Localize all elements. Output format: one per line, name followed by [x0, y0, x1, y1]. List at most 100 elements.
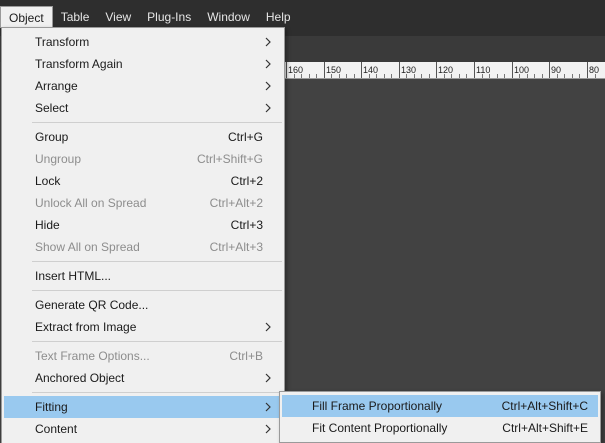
menu-item-anchored-object[interactable]: Anchored Object	[4, 367, 282, 389]
menu-item-label: Content	[35, 422, 78, 436]
ruler-label-80: 80	[589, 65, 600, 75]
menu-item-label: Anchored Object	[35, 371, 125, 385]
ruler-tick	[436, 62, 437, 78]
menu-item-extract-from-image[interactable]: Extract from Image	[4, 316, 282, 338]
ruler-tick	[354, 74, 355, 78]
ruler-tick	[557, 74, 558, 78]
menu-item-fill-frame-proportionally[interactable]: Fill Frame Proportionally Ctrl+Alt+Shift…	[282, 395, 598, 417]
menu-item-text-frame-options[interactable]: Text Frame Options... Ctrl+B	[4, 345, 282, 367]
menu-item-label: Select	[35, 101, 69, 115]
ruler-tick	[482, 74, 483, 78]
menu-item-shortcut: Ctrl+Alt+2	[209, 196, 263, 210]
menu-bar-items: Object Table View Plug-Ins Window Help	[0, 6, 299, 28]
ruler-label-90: 90	[551, 65, 562, 75]
chevron-right-icon	[265, 424, 271, 434]
ruler-tick	[421, 74, 422, 78]
menu-separator	[32, 290, 282, 291]
menu-item-generate-qr-code[interactable]: Generate QR Code...	[4, 294, 282, 316]
menu-item-label: Extract from Image	[35, 320, 137, 334]
ruler-tick	[549, 62, 550, 78]
pasteboard[interactable]	[284, 79, 605, 443]
ruler-tick	[519, 74, 520, 78]
ruler-tick	[384, 74, 385, 78]
menu-item-insert-html[interactable]: Insert HTML...	[4, 265, 282, 287]
menu-item-label: Fit Content Proportionally	[312, 421, 448, 435]
ruler-tick	[474, 62, 475, 78]
ruler-tick	[309, 74, 310, 78]
menu-separator	[32, 392, 282, 393]
menu-item-label: Show All on Spread	[35, 240, 140, 254]
ruler-tick	[595, 74, 596, 78]
object-menu: Transform Transform Again Arrange Select…	[1, 27, 285, 443]
menu-item-shortcut: Ctrl+Alt+Shift+E	[502, 421, 588, 435]
chevron-right-icon	[265, 37, 271, 47]
ruler-tick	[294, 74, 295, 78]
menu-item-unlock-all-on-spread[interactable]: Unlock All on Spread Ctrl+Alt+2	[4, 192, 282, 214]
ruler-tick	[451, 74, 452, 78]
chevron-right-icon	[265, 59, 271, 69]
menu-item-lock[interactable]: Lock Ctrl+2	[4, 170, 282, 192]
ruler-tick	[466, 74, 467, 78]
menu-item-transform[interactable]: Transform	[4, 31, 282, 53]
ruler-tick	[579, 74, 580, 78]
ruler-tick	[459, 74, 460, 78]
ruler-tick	[527, 74, 528, 78]
menu-item-transform-again[interactable]: Transform Again	[4, 53, 282, 75]
menu-item-label: Lock	[35, 174, 61, 188]
menu-item-content[interactable]: Content	[4, 418, 282, 440]
menu-item-shortcut: Ctrl+G	[227, 130, 263, 144]
menu-item-shortcut: Ctrl+Shift+G	[196, 152, 263, 166]
chevron-right-icon	[265, 322, 271, 332]
ruler-tick	[324, 62, 325, 78]
fitting-submenu: Fill Frame Proportionally Ctrl+Alt+Shift…	[279, 391, 601, 443]
menu-item-label: Insert HTML...	[35, 269, 112, 283]
menu-item-fitting[interactable]: Fitting	[4, 396, 282, 418]
menu-item-label: Text Frame Options...	[35, 349, 150, 363]
horizontal-ruler[interactable]: 160 150 140 130 120 110 100 90 80	[284, 62, 605, 79]
menu-separator	[32, 341, 282, 342]
ruler-tick	[376, 74, 377, 78]
ruler-tick	[346, 74, 347, 78]
menu-item-label: Transform Again	[35, 57, 123, 71]
chevron-right-icon	[265, 103, 271, 113]
ruler-tick	[316, 74, 317, 78]
menu-item-select[interactable]: Select	[4, 97, 282, 119]
menu-item-label: Unlock All on Spread	[35, 196, 147, 210]
menu-object[interactable]: Object	[0, 6, 53, 28]
ruler-tick	[497, 74, 498, 78]
menu-item-label: Fitting	[35, 400, 68, 414]
ruler-tick	[542, 74, 543, 78]
chevron-right-icon	[265, 402, 271, 412]
menu-item-label: Transform	[35, 35, 90, 49]
menu-item-label: Arrange	[35, 79, 78, 93]
menu-table[interactable]: Table	[53, 6, 98, 28]
menu-item-label: Ungroup	[35, 152, 82, 166]
menu-help[interactable]: Help	[258, 6, 299, 28]
menu-item-shortcut: Ctrl+Alt+3	[209, 240, 263, 254]
chevron-right-icon	[265, 81, 271, 91]
menu-item-show-all-on-spread[interactable]: Show All on Spread Ctrl+Alt+3	[4, 236, 282, 258]
ruler-tick	[564, 74, 565, 78]
menu-separator	[32, 122, 282, 123]
ruler-tick	[339, 74, 340, 78]
menu-item-shortcut: Ctrl+Alt+Shift+C	[501, 399, 588, 413]
ruler-tick	[301, 74, 302, 78]
ruler-tick	[512, 62, 513, 78]
ruler-tick	[534, 74, 535, 78]
menu-item-arrange[interactable]: Arrange	[4, 75, 282, 97]
menu-view[interactable]: View	[97, 6, 139, 28]
menu-item-shortcut: Ctrl+B	[229, 349, 263, 363]
ruler-tick	[489, 74, 490, 78]
menu-item-label: Hide	[35, 218, 60, 232]
menu-item-fit-content-proportionally[interactable]: Fit Content Proportionally Ctrl+Alt+Shif…	[282, 417, 598, 439]
menu-item-hide[interactable]: Hide Ctrl+3	[4, 214, 282, 236]
menu-item-group[interactable]: Group Ctrl+G	[4, 126, 282, 148]
menu-window[interactable]: Window	[199, 6, 258, 28]
menu-plug-ins[interactable]: Plug-Ins	[139, 6, 199, 28]
menu-item-ungroup[interactable]: Ungroup Ctrl+Shift+G	[4, 148, 282, 170]
menu-item-label: Generate QR Code...	[35, 298, 149, 312]
ruler-tick	[369, 74, 370, 78]
menu-item-label: Fill Frame Proportionally	[312, 399, 443, 413]
ruler-tick	[286, 62, 287, 78]
ruler-tick	[331, 74, 332, 78]
